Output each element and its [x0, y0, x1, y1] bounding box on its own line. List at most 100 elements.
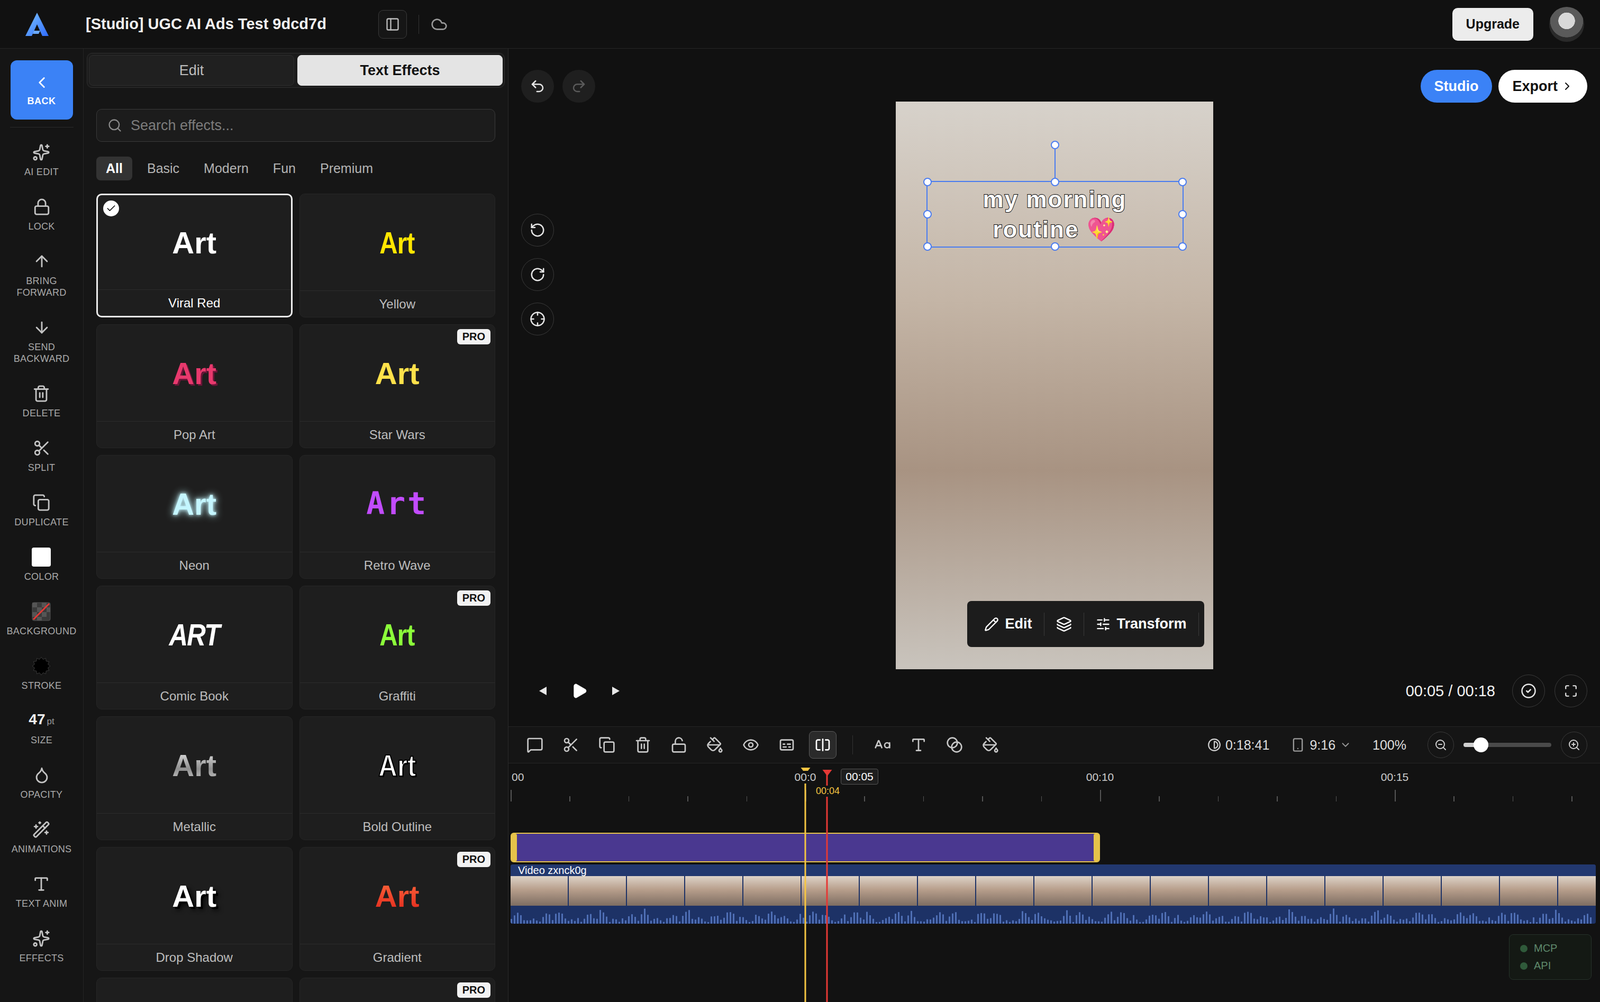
app-logo-icon[interactable] [23, 10, 51, 39]
edit-layer-button[interactable]: Edit [972, 609, 1044, 639]
ruler-tick [1335, 796, 1338, 802]
back-button[interactable]: BACK [10, 60, 74, 120]
project-title[interactable]: [Studio] UGC AI Ads Test 9dcd7d [85, 15, 327, 33]
timeline-tool-button[interactable] [773, 731, 801, 759]
rail-item[interactable]: TEXT ANIM [13, 867, 70, 917]
effect-card[interactable]: PROArtGraffiti [299, 585, 496, 710]
transform-button[interactable]: Transform [1084, 609, 1199, 639]
effect-card[interactable]: ArtRetro Wave [299, 455, 496, 579]
timeline-toolbar: 0:18:419:16100% [508, 726, 1600, 764]
rail-item[interactable]: AI EDIT [22, 135, 61, 186]
zoom-slider-knob[interactable] [1473, 737, 1489, 753]
rail-item[interactable]: BACKGROUND [4, 594, 79, 645]
video-clip[interactable]: Video zxnck0g [510, 864, 1596, 924]
rail-item[interactable]: OPACITY [18, 758, 66, 808]
rotate-left-button[interactable] [521, 213, 554, 247]
resize-handle[interactable] [1050, 177, 1060, 187]
rail-item[interactable]: BRING FORWARD [2, 244, 81, 306]
search-input[interactable] [129, 116, 485, 135]
resize-handle[interactable] [1178, 177, 1187, 187]
undo-button[interactable] [521, 69, 554, 103]
effect-card[interactable] [96, 977, 293, 1002]
effect-card[interactable]: PROArtStar Wars [299, 324, 496, 449]
redo-button[interactable] [562, 69, 596, 103]
zoom-in-button[interactable] [1560, 731, 1588, 759]
timeline-tool-button[interactable] [665, 731, 693, 759]
timeline-tool-button[interactable] [904, 731, 933, 759]
effect-card[interactable]: PROArtGradient [299, 847, 496, 971]
panel-tab[interactable]: Edit [88, 55, 295, 86]
rail-item[interactable]: DUPLICATE [12, 485, 71, 536]
playhead-line[interactable] [826, 770, 829, 1002]
next-frame-button[interactable] [608, 683, 623, 699]
resize-handle[interactable] [923, 177, 932, 187]
rail-item[interactable]: STROKE [19, 649, 65, 699]
timeline-tool-button[interactable] [808, 731, 837, 759]
video-canvas[interactable]: my morning routine 💖 Edit Transform [895, 101, 1214, 670]
filter-chip[interactable]: Premium [310, 156, 383, 181]
center-button[interactable] [521, 302, 554, 336]
timeline-tool-button[interactable] [701, 731, 729, 759]
effect-card[interactable]: ArtBold Outline [299, 716, 496, 841]
rail-item[interactable]: SEND BACKWARD [2, 310, 81, 372]
studio-button[interactable]: Studio [1420, 69, 1493, 103]
export-button[interactable]: Export [1498, 69, 1588, 103]
timeline-tool-button[interactable] [737, 731, 765, 759]
timeline-tool-button[interactable] [593, 731, 621, 759]
user-avatar[interactable] [1549, 6, 1585, 42]
timeline-tool-button[interactable] [976, 731, 1005, 759]
fill-icon [706, 736, 724, 754]
filter-chip[interactable]: All [96, 156, 133, 181]
effect-card[interactable]: ArtNeon [96, 455, 293, 579]
rail-item[interactable]: LOCK [25, 189, 57, 240]
effect-card[interactable]: PRO [299, 977, 496, 1002]
timeline-tool-button[interactable] [868, 731, 897, 759]
rail-item[interactable]: SPLIT [25, 431, 58, 481]
effect-card[interactable]: ArtDrop Shadow [96, 847, 293, 971]
rail-item[interactable]: COLOR [22, 540, 62, 590]
text-layer[interactable]: my morning routine 💖 [926, 180, 1184, 248]
clip-start-handle[interactable] [511, 833, 517, 862]
overlay-text[interactable]: my morning routine 💖 [938, 184, 1172, 245]
timeline-tool-button[interactable] [940, 731, 969, 759]
rotate-right-button[interactable] [521, 258, 554, 292]
resize-handle[interactable] [923, 242, 932, 251]
rail-item[interactable]: 47ptSIZE [28, 703, 55, 754]
zoom-out-button[interactable] [1427, 731, 1454, 759]
effect-card[interactable]: ArtPop Art [96, 324, 293, 449]
aspect-select[interactable]: 9:16 [1290, 737, 1352, 753]
effect-card[interactable]: ArtMetallic [96, 716, 293, 841]
effects-search[interactable] [96, 108, 496, 142]
rail-item[interactable]: ANIMATIONS [9, 812, 75, 863]
rail-item[interactable]: EFFECTS [16, 921, 66, 972]
timeline-tool-button[interactable] [629, 731, 657, 759]
timeline-tool-button[interactable] [557, 731, 585, 759]
play-button[interactable] [568, 680, 590, 702]
rail-item-label: DUPLICATE [14, 516, 69, 529]
resize-handle[interactable] [1178, 210, 1187, 219]
rotate-handle[interactable] [1050, 140, 1060, 150]
effect-card[interactable]: ARTComic Book [96, 585, 293, 710]
time-ruler[interactable]: 0000:000:1000:15 [508, 763, 1600, 802]
resize-handle[interactable] [1178, 242, 1187, 251]
effect-card[interactable]: ArtViral Red [96, 193, 293, 318]
filter-chip[interactable]: Fun [263, 156, 306, 181]
rail-item[interactable]: DELETE [20, 376, 63, 427]
filter-chip[interactable]: Basic [137, 156, 189, 181]
previous-frame-button[interactable] [535, 683, 550, 699]
panel-tab[interactable]: Text Effects [297, 55, 503, 86]
zoom-slider[interactable] [1463, 742, 1552, 748]
fullscreen-button[interactable] [1554, 674, 1588, 708]
quality-button[interactable] [1512, 674, 1545, 708]
resize-handle[interactable] [1050, 242, 1060, 251]
effect-card[interactable]: ArtYellow [299, 193, 496, 318]
playback-bar: 00:05 / 00:18 [508, 673, 1600, 709]
clip-end-handle[interactable] [1093, 833, 1099, 862]
in-marker-line[interactable] [804, 768, 807, 1002]
toggle-panel-button[interactable] [378, 10, 407, 39]
resize-handle[interactable] [923, 210, 932, 219]
layers-button[interactable] [1044, 610, 1084, 639]
upgrade-button[interactable]: Upgrade [1452, 7, 1534, 41]
filter-chip[interactable]: Modern [194, 156, 259, 181]
timeline-tool-button[interactable] [521, 731, 549, 759]
